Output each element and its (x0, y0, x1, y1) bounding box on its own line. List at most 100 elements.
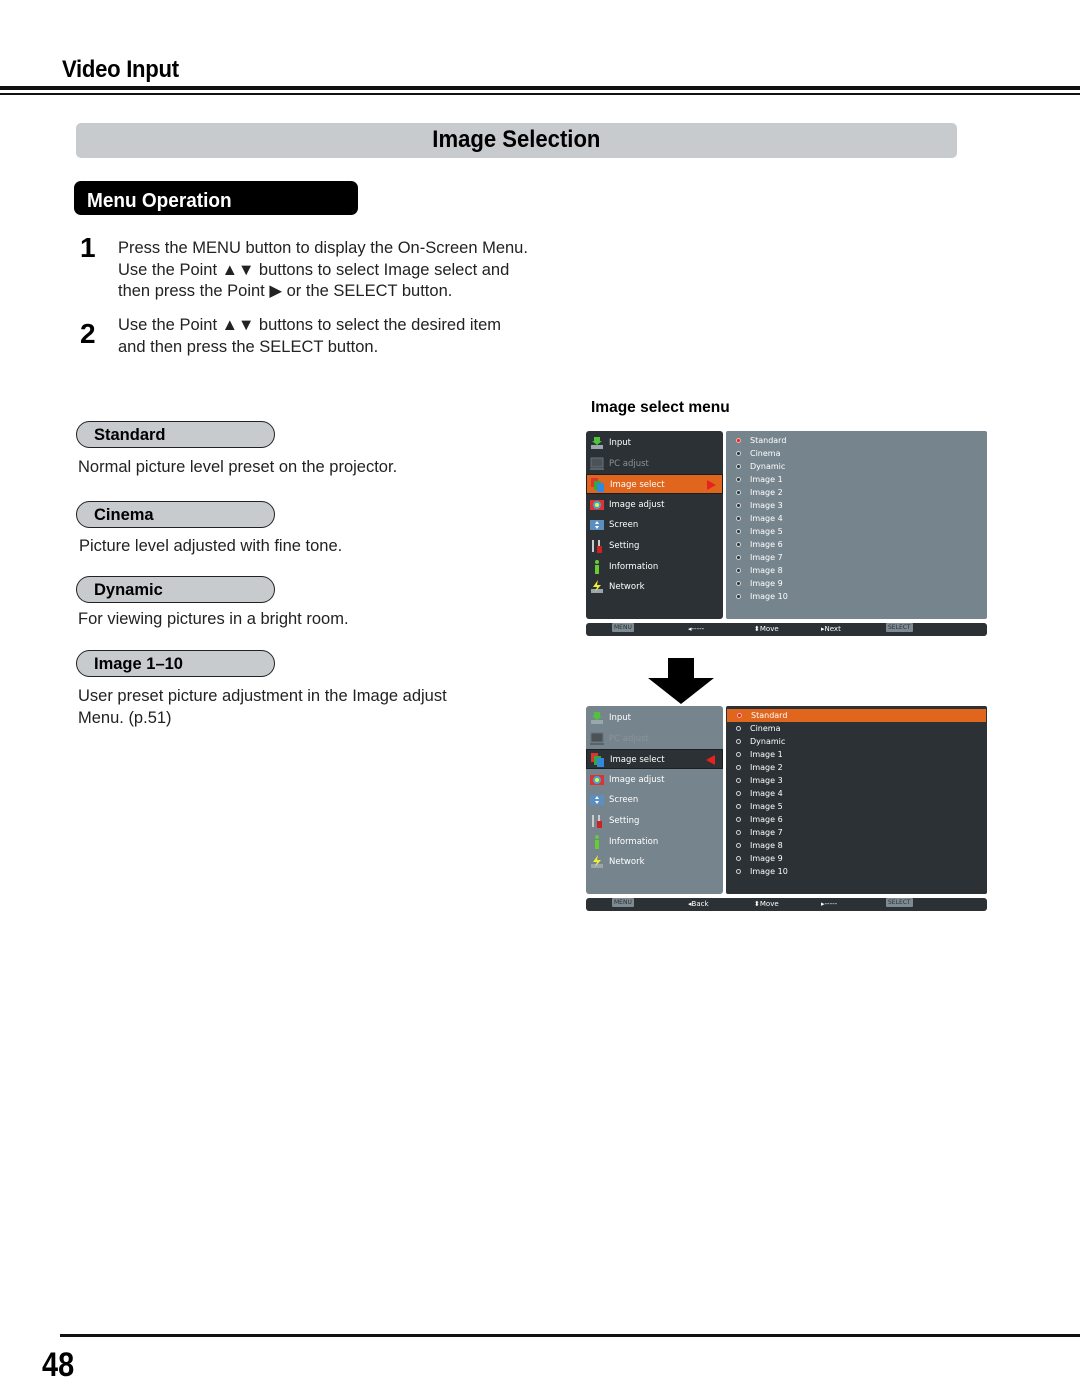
osd-submenu-item-label: Image 4 (750, 789, 783, 798)
osd-submenu-item-image-3[interactable]: Image 3 (726, 774, 985, 787)
osd-submenu-item-image-6[interactable]: Image 6 (726, 538, 985, 551)
osd-submenu-item-image-2[interactable]: Image 2 (726, 761, 985, 774)
step-line: Use the Point ▲▼ buttons to select Image… (118, 260, 510, 279)
osd-submenu-item-image-8[interactable]: Image 8 (726, 839, 985, 852)
osd-submenu-item-image-2[interactable]: Image 2 (726, 486, 985, 499)
osd-menu-item-label: PC adjust (609, 458, 649, 469)
osd-submenu-item-image-6[interactable]: Image 6 (726, 813, 985, 826)
osd-submenu-item-image-4[interactable]: Image 4 (726, 512, 985, 525)
pc-adjust-icon (590, 457, 604, 470)
osd-submenu-item-image-1[interactable]: Image 1 (726, 748, 985, 761)
osd-menu-item-network[interactable]: Network (586, 852, 723, 872)
radio-dot-icon (736, 516, 741, 521)
osd-menu-item-image-adjust[interactable]: Image adjust (586, 770, 723, 790)
input-icon (591, 712, 603, 724)
osd-menu-item-setting[interactable]: Setting (586, 536, 723, 556)
osd-submenu-item-image-3[interactable]: Image 3 (726, 499, 985, 512)
osd-menu-item-information[interactable]: Information (586, 832, 723, 852)
osd-menu-item-information[interactable]: Information (586, 557, 723, 577)
image-adjust-icon (590, 499, 604, 510)
osd-menu-item-input[interactable]: Input (586, 433, 723, 453)
osd-menu-item-pc-adjust[interactable]: PC adjust (586, 454, 723, 474)
radio-dot-icon (736, 594, 741, 599)
osd-submenu-item-label: Image 8 (750, 841, 783, 850)
osd-submenu-item-image-4[interactable]: Image 4 (726, 787, 985, 800)
information-icon (595, 559, 599, 574)
network-icon (591, 580, 603, 594)
radio-dot-icon (736, 830, 741, 835)
osd-submenu-item-image-9[interactable]: Image 9 (726, 852, 985, 865)
osd-submenu-item-cinema[interactable]: Cinema (726, 722, 985, 735)
osd-submenu-item-label: Cinema (750, 449, 781, 458)
osd-submenu-item-label: Image 7 (750, 828, 783, 837)
osd-submenu-item-label: Image 5 (750, 527, 783, 536)
osd-submenu-item-label: Cinema (750, 724, 781, 733)
osd-menu-item-image-select[interactable]: Image select (586, 749, 723, 770)
osd-submenu-item-dynamic[interactable]: Dynamic (726, 460, 985, 473)
menu-operation-title: Menu Operation (87, 190, 232, 212)
osd-menu-item-input[interactable]: Input (586, 708, 723, 728)
osd-menu-item-label: Screen (609, 520, 639, 531)
radio-dot-icon (736, 869, 741, 874)
osd-submenu-item-cinema[interactable]: Cinema (726, 447, 985, 460)
osd-submenu-item-label: Image 8 (750, 566, 783, 575)
setting-icon (592, 815, 602, 828)
osd-main-menu: Input PC adjust Image select Image adjust Sc… (586, 706, 723, 894)
osd-submenu-item-image-8[interactable]: Image 8 (726, 564, 985, 577)
radio-dot-icon (736, 791, 741, 796)
step-line: then press the Point ▶ or the SELECT but… (118, 282, 453, 300)
option-pill-standard: Standard (76, 421, 275, 448)
radio-dot-icon (736, 464, 741, 469)
osd-submenu-item-image-9[interactable]: Image 9 (726, 577, 985, 590)
osd-menu-item-label: Screen (609, 795, 639, 806)
radio-dot-icon (736, 477, 741, 482)
osd-submenu-item-image-1[interactable]: Image 1 (726, 473, 985, 486)
osd-submenu-item-label: Image 3 (750, 776, 783, 785)
osd-menu-item-label: Network (609, 857, 645, 868)
osd-submenu-item-label: Image 9 (750, 579, 783, 588)
step-line: Press the MENU button to display the On-… (118, 239, 528, 257)
osd-submenu-item-label: Image 10 (750, 867, 788, 876)
option-desc-image: User preset picture adjustment in the Im… (78, 686, 447, 729)
option-desc-cinema: Picture level adjusted with fine tone. (79, 537, 343, 555)
right-hint: ▸Next (821, 625, 841, 633)
osd-submenu-item-standard[interactable]: Standard (726, 434, 985, 447)
screen-icon (590, 795, 604, 806)
step-text: Press the MENU button to display the On-… (118, 238, 528, 303)
select-hint: SELECTNext (886, 623, 913, 633)
osd-submenu-item-dynamic[interactable]: Dynamic (726, 735, 985, 748)
osd-submenu-item-image-5[interactable]: Image 5 (726, 800, 985, 813)
radio-dot-icon (736, 542, 741, 547)
osd-menu-item-image-adjust[interactable]: Image adjust (586, 495, 723, 515)
osd-submenu-item-image-10[interactable]: Image 10 (726, 590, 985, 603)
osd-submenu-item-label: Image 6 (750, 540, 783, 549)
step-line: Use the Point ▲▼ buttons to select the d… (118, 316, 502, 334)
osd-submenu-item-label: Image 2 (750, 488, 783, 497)
osd-submenu-item-label: Dynamic (750, 737, 786, 746)
osd-submenu: Standard Cinema Dynamic Image 1 Image 2 Image… (726, 431, 987, 619)
osd-submenu-item-label: Image 7 (750, 553, 783, 562)
osd-menu-item-screen[interactable]: Screen (586, 790, 723, 810)
osd-submenu-item-image-7[interactable]: Image 7 (726, 826, 985, 839)
osd-menu-item-screen[interactable]: Screen (586, 515, 723, 535)
osd-menu-item-network[interactable]: Network (586, 577, 723, 597)
radio-dot-icon (737, 713, 742, 718)
osd-submenu-item-standard[interactable]: Standard (727, 709, 986, 722)
osd-submenu-item-image-5[interactable]: Image 5 (726, 525, 985, 538)
radio-dot-icon (736, 490, 741, 495)
osd-menu-item-image-select[interactable]: Image select (586, 474, 723, 495)
osd-submenu-item-label: Image 2 (750, 763, 783, 772)
osd-menu-item-label: PC adjust (609, 733, 649, 744)
osd-submenu-item-image-7[interactable]: Image 7 (726, 551, 985, 564)
osd-submenu-item-label: Image 1 (750, 750, 783, 759)
left-hint: ◂Back (688, 900, 709, 908)
right-hint: ▸----- (821, 900, 838, 908)
menu-operation-heading: Menu Operation (74, 181, 358, 215)
osd-menu-item-setting[interactable]: Setting (586, 811, 723, 831)
network-icon (591, 855, 603, 869)
pointer-right-icon (707, 480, 716, 491)
osd-menu-item-label: Image adjust (609, 499, 665, 510)
osd-menu-item-pc-adjust[interactable]: PC adjust (586, 729, 723, 749)
page-title: Image Selection (432, 126, 601, 153)
osd-submenu-item-image-10[interactable]: Image 10 (726, 865, 985, 878)
